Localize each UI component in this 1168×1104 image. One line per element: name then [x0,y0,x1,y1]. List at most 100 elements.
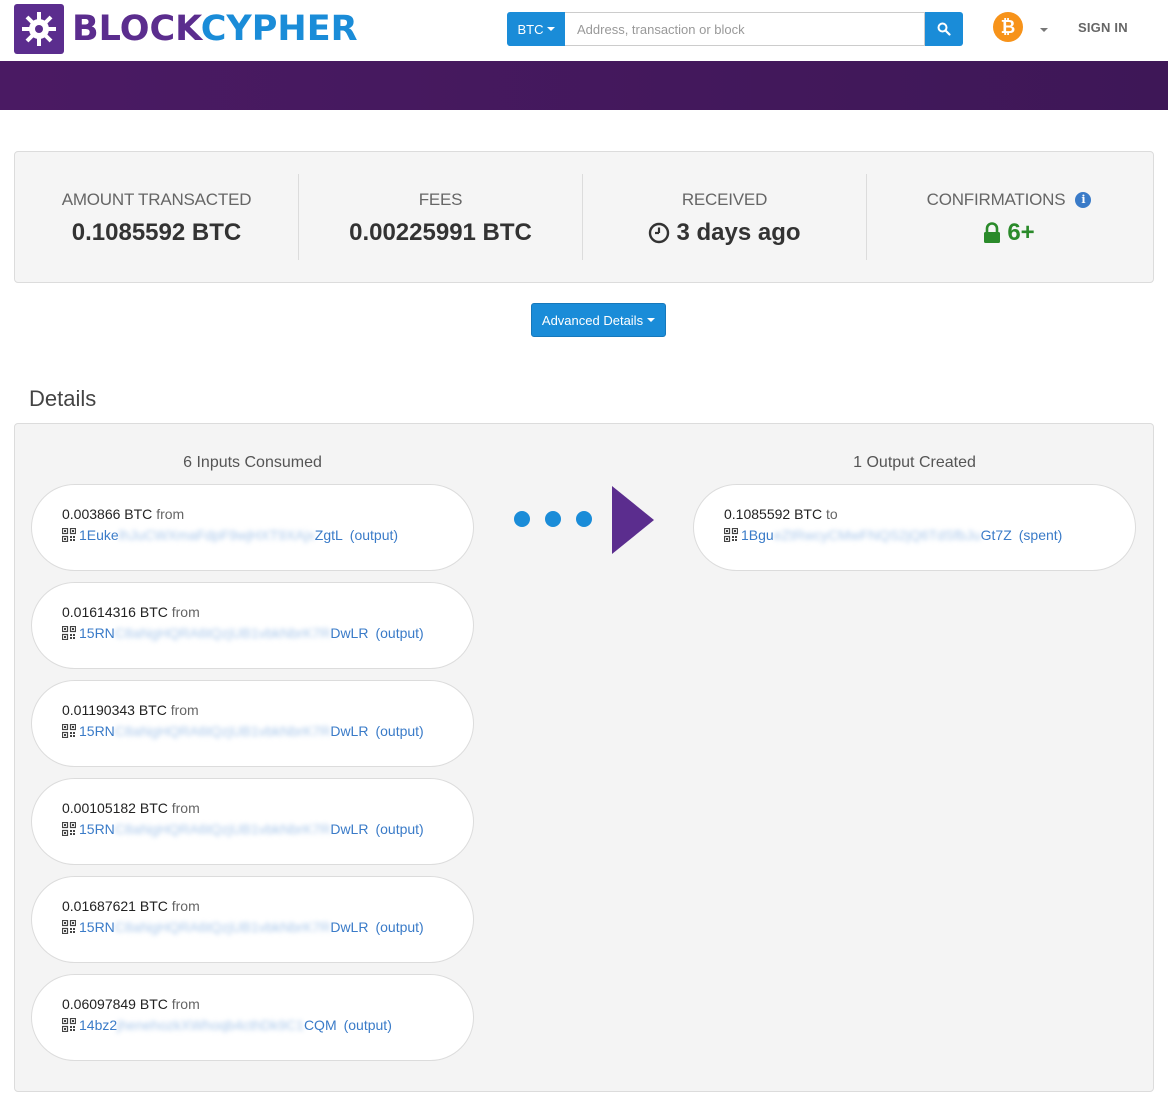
qr-code-icon[interactable] [62,822,76,836]
tx-amount: 0.06097849 BTC [62,996,168,1012]
address-start: 15RN [79,625,115,641]
search-input[interactable] [565,12,925,46]
tx-amount-row: 0.003866 BTC from [62,506,473,522]
address-status-link[interactable]: (output) [375,625,423,641]
address-hidden: C8aNgHQRA6tQzjUB1vbkNbrK7R [114,625,331,641]
amount-transacted-value: 0.1085592 BTC [71,219,242,246]
qr-code-icon[interactable] [62,724,76,738]
caret-down-icon [546,27,555,31]
blockcypher-logo-icon[interactable] [14,4,64,54]
chevron-down-icon[interactable] [1040,28,1048,32]
received-value-row: 3 days ago [583,219,866,247]
flow-dots [514,511,592,527]
outputs-heading: 1 Output Created [853,454,976,471]
address-status-link[interactable]: (output) [375,919,423,935]
address-hidden: C8aNgHQRA6tQzjUB1vbkNbrK7R [114,723,331,739]
address-hidden: eZtRwcyCMwFNQS2jQ6TdSfbJu [773,527,981,543]
input-card: 0.01614316 BTC from 15RNC8aNgHQRA6tQzjUB… [31,582,474,669]
tx-direction: from [171,996,200,1012]
tx-address-row: 15RNC8aNgHQRA6tQzjUB1vbkNbrK7RDwLR (outp… [62,723,473,739]
tx-amount: 0.01687621 BTC [62,898,168,914]
address-status-link[interactable]: (spent) [1019,527,1063,543]
qr-code-icon[interactable] [62,920,76,934]
address-hidden: jhenehozkXWhoqb4cthDk9C1 [117,1017,304,1033]
address-link[interactable]: 14bz2jhenehozkXWhoqb4cthDk9C1CQM [79,1017,337,1033]
address-status-link[interactable]: (output) [344,1017,392,1033]
flow-arrow-icon [612,486,654,554]
details-panel: 6 Inputs Consumed 1 Output Created 0.003… [14,423,1154,1092]
flow-dot [514,511,530,527]
tx-address-row: 15RNC8aNgHQRA6tQzjUB1vbkNbrK7RDwLR (outp… [62,625,473,641]
sign-in-link[interactable]: SIGN IN [1078,20,1128,35]
address-status-link[interactable]: (output) [375,723,423,739]
address-hidden: C8aNgHQRA6tQzjUB1vbkNbrK7R [114,919,331,935]
tx-amount-row: 0.01687621 BTC from [62,898,473,914]
address-hidden: lhJuCWXmaFdpF9wjHXT9XAjx [118,527,315,543]
flow-dot [545,511,561,527]
tx-direction: from [156,506,185,522]
confirmations-value-row: 6+ [867,219,1151,247]
tx-direction: from [171,604,200,620]
address-status-link[interactable]: (output) [350,527,398,543]
qr-code-icon[interactable] [62,528,76,542]
tx-address-row: 14bz2jhenehozkXWhoqb4cthDk9C1CQM (output… [62,1017,473,1033]
bitcoin-icon[interactable]: ₿ [993,12,1023,42]
address-end: ZgtL [314,527,343,543]
gear-icon [22,12,56,46]
address-link[interactable]: 15RNC8aNgHQRA6tQzjUB1vbkNbrK7RDwLR [79,723,368,739]
advanced-details-button[interactable]: Advanced Details [531,303,666,337]
tx-direction: to [825,506,838,522]
address-end: DwLR [330,919,369,935]
tx-amount-row: 0.06097849 BTC from [62,996,473,1012]
tx-amount-row: 0.00105182 BTC from [62,800,473,816]
confirmations-label-row: CONFIRMATIONS i [867,190,1151,210]
qr-code-icon[interactable] [62,1018,76,1032]
received-value: 3 days ago [676,219,801,246]
brand-name[interactable]: BLOCKCYPHER [72,9,358,49]
address-status-link[interactable]: (output) [375,821,423,837]
fees-stat: FEES 0.00225991 BTC [299,174,583,260]
qr-code-icon[interactable] [62,626,76,640]
tx-direction: from [170,702,199,718]
tx-direction: from [171,800,200,816]
output-card: 0.1085592 BTC to 1BgueZtRwcyCMwFNQS2jQ6T… [693,484,1136,571]
details-heading: Details [29,386,97,411]
address-start: 15RN [79,723,115,739]
address-end: DwLR [330,821,369,837]
address-link[interactable]: 1EukelhJuCWXmaFdpF9wjHXT9XAjxZgtL [79,527,343,543]
address-start: 1Bgu [741,527,774,543]
brand-name-part1: BLOCK [72,9,201,49]
search-button[interactable] [925,12,963,46]
confirmations-label: CONFIRMATIONS [926,190,1066,209]
confirmations-stat: CONFIRMATIONS i 6+ [867,174,1151,260]
address-link[interactable]: 1BgueZtRwcyCMwFNQS2jQ6TdSfbJuGt7Z [741,527,1012,543]
lock-icon [984,222,1001,243]
tx-address-row: 15RNC8aNgHQRA6tQzjUB1vbkNbrK7RDwLR (outp… [62,919,473,935]
address-hidden: C8aNgHQRA6tQzjUB1vbkNbrK7R [114,821,331,837]
clock-icon [649,222,670,244]
coin-selector-button[interactable]: BTC [507,12,565,46]
address-link[interactable]: 15RNC8aNgHQRA6tQzjUB1vbkNbrK7RDwLR [79,625,368,641]
input-card: 0.003866 BTC from 1EukelhJuCWXmaFdpF9wjH… [31,484,474,571]
address-start: 15RN [79,821,115,837]
address-end: DwLR [330,625,369,641]
tx-amount: 0.1085592 BTC [724,506,823,522]
address-link[interactable]: 15RNC8aNgHQRA6tQzjUB1vbkNbrK7RDwLR [79,821,368,837]
tx-amount-row: 0.01190343 BTC from [62,702,473,718]
tx-amount: 0.00105182 BTC [62,800,168,816]
flow-dot [576,511,592,527]
advanced-details-label: Advanced Details [541,312,644,328]
tx-direction: from [171,898,200,914]
address-link[interactable]: 15RNC8aNgHQRA6tQzjUB1vbkNbrK7RDwLR [79,919,368,935]
address-end: CQM [303,1017,337,1033]
received-label: RECEIVED [681,190,768,209]
tx-amount: 0.003866 BTC [62,506,153,522]
address-start: 14bz2 [79,1017,118,1033]
input-card: 0.00105182 BTC from 15RNC8aNgHQRA6tQzjUB… [31,778,474,865]
qr-code-icon[interactable] [724,528,738,542]
confirmations-value: 6+ [1007,219,1035,246]
info-icon[interactable]: i [1075,192,1092,208]
inputs-heading: 6 Inputs Consumed [183,454,322,471]
tx-address-row: 15RNC8aNgHQRA6tQzjUB1vbkNbrK7RDwLR (outp… [62,821,473,837]
tx-amount-row: 0.1085592 BTC to [724,506,1135,522]
